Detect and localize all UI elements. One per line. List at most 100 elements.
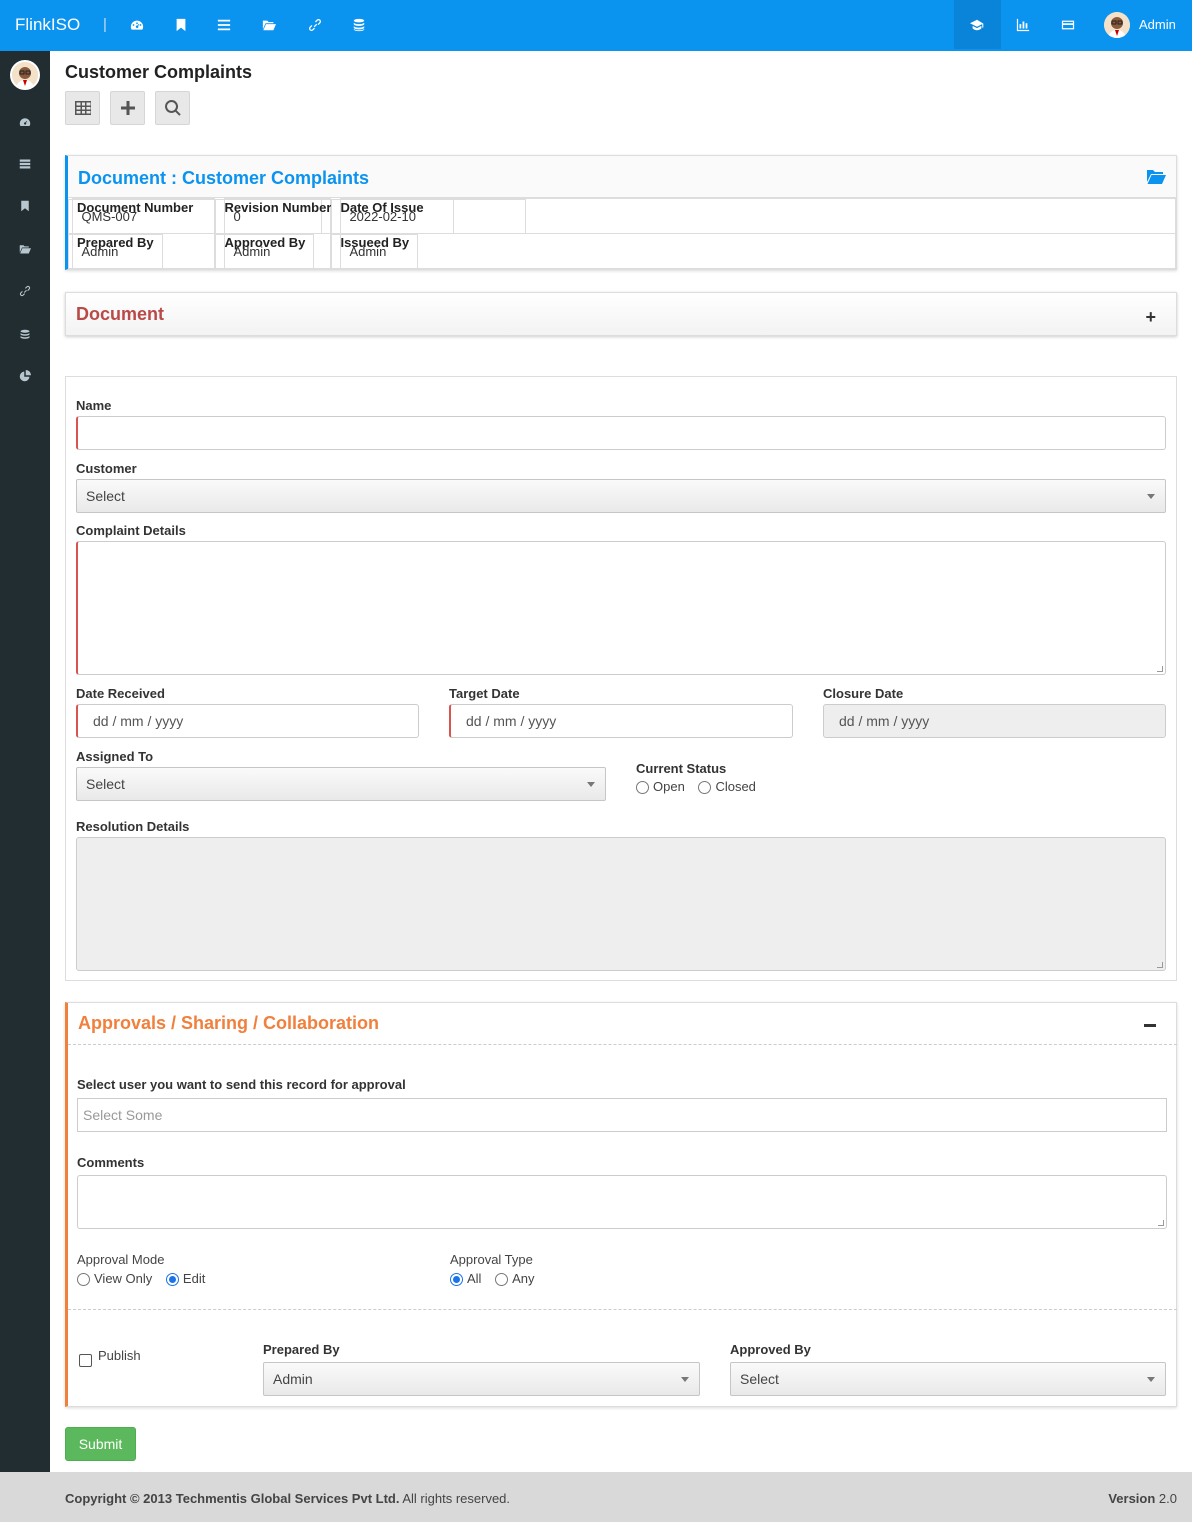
name-input[interactable] — [76, 416, 1166, 450]
list-icon[interactable] — [211, 12, 237, 38]
approval-type-radio-group: All Any — [450, 1271, 544, 1287]
version-value: 2.0 — [1158, 1491, 1177, 1506]
meta-label: Prepared By — [68, 233, 163, 269]
approval-mode-option-label: View Only — [94, 1271, 153, 1286]
dashboard-icon[interactable] — [15, 112, 35, 132]
approval-mode-radio-group: View Only Edit — [77, 1271, 215, 1287]
folder-open-icon[interactable] — [15, 239, 35, 259]
submit-button[interactable]: Submit — [65, 1427, 136, 1461]
approved-by-label: Approved By — [730, 1342, 811, 1357]
customer-label: Customer — [76, 461, 137, 476]
server-icon[interactable] — [15, 154, 35, 174]
meta-label: Date Of Issue — [331, 198, 527, 234]
complaint-form: Name Customer Select Complaint Details D… — [65, 376, 1177, 981]
resize-handle-icon[interactable] — [1157, 962, 1163, 968]
radio-button-selected[interactable] — [165, 1273, 179, 1287]
approved-by-select[interactable]: Select — [730, 1362, 1166, 1396]
footer-version: Version 2.0 — [1108, 1491, 1177, 1506]
table-icon — [74, 101, 91, 115]
meta-label: Issueed By — [331, 233, 419, 269]
customer-select[interactable]: Select — [76, 479, 1166, 513]
expand-plus-icon[interactable]: + — [1145, 307, 1156, 328]
status-option-label: Closed — [715, 779, 756, 794]
divider — [68, 1309, 1177, 1310]
database-icon[interactable] — [346, 12, 372, 38]
search-icon — [164, 100, 181, 116]
company-name[interactable]: Techmentis Global Services Pvt Ltd. — [176, 1491, 400, 1506]
radio-button[interactable] — [77, 1273, 90, 1287]
search-button[interactable] — [155, 91, 190, 125]
top-navbar: FlinkISO | Admin — [0, 0, 1192, 51]
select-user-label: Select user you want to send this record… — [77, 1077, 406, 1092]
resolution-details-textarea[interactable] — [76, 837, 1166, 971]
resize-handle-icon[interactable] — [1158, 1220, 1164, 1226]
target-date-label: Target Date — [449, 686, 520, 701]
radio-button-selected[interactable] — [450, 1273, 463, 1287]
graduation-cap-icon[interactable] — [964, 12, 990, 38]
chevron-down-icon — [1147, 1377, 1155, 1382]
meta-value: Admin — [340, 233, 1176, 269]
approval-type-option-all[interactable]: All — [450, 1271, 481, 1287]
closure-date-input[interactable]: dd / mm / yyyy — [823, 704, 1166, 738]
prepared-by-select[interactable]: Admin — [263, 1362, 700, 1396]
publish-label: Publish — [98, 1348, 141, 1363]
brand-logo[interactable]: FlinkISO — [15, 15, 80, 35]
sidebar — [0, 51, 50, 1472]
resolution-details-label: Resolution Details — [76, 819, 190, 834]
pie-chart-icon[interactable] — [15, 366, 35, 386]
resize-handle-icon[interactable] — [1157, 666, 1163, 672]
bookmark-icon[interactable] — [168, 12, 194, 38]
approvals-title: Approvals / Sharing / Collaboration — [78, 1013, 380, 1033]
link-icon[interactable] — [302, 12, 328, 38]
folder-open-icon[interactable] — [1146, 169, 1166, 185]
version-label: Version — [1108, 1491, 1156, 1506]
folder-open-icon[interactable] — [256, 12, 282, 38]
document-collapse-panel[interactable]: Document + — [65, 292, 1177, 336]
closure-date-label: Closure Date — [823, 686, 904, 701]
user-name[interactable]: Admin — [1139, 17, 1176, 32]
document-meta-table: Document Number QMS-007 Revision Number … — [68, 198, 1176, 269]
approval-mode-option-view-only[interactable]: View Only — [77, 1271, 153, 1287]
assigned-to-select[interactable]: Select — [76, 767, 606, 801]
target-date-input[interactable]: dd / mm / yyyy — [449, 704, 793, 738]
current-status-label: Current Status — [636, 761, 727, 776]
comments-textarea[interactable] — [77, 1175, 1167, 1229]
footer: Copyright © 2013 Techmentis Global Servi… — [0, 1472, 1192, 1522]
collapse-minus-icon[interactable] — [1144, 1024, 1156, 1027]
name-label: Name — [76, 398, 112, 413]
document-collapse-title: Document — [76, 304, 165, 324]
status-option-open[interactable]: Open — [636, 779, 685, 795]
date-received-placeholder: dd / mm / yyyy — [93, 713, 184, 729]
status-option-closed[interactable]: Closed — [698, 779, 756, 795]
approval-mode-option-edit[interactable]: Edit — [165, 1271, 206, 1287]
plus-icon — [120, 101, 135, 115]
dashboard-icon[interactable] — [124, 12, 150, 38]
database-icon[interactable] — [15, 325, 35, 345]
approval-mode-option-label: Edit — [182, 1271, 206, 1286]
table-view-button[interactable] — [65, 91, 100, 125]
date-received-input[interactable]: dd / mm / yyyy — [76, 704, 419, 738]
sidebar-avatar[interactable] — [10, 60, 40, 90]
radio-button[interactable] — [698, 781, 712, 795]
link-icon[interactable] — [15, 281, 35, 301]
prepared-by-label: Prepared By — [263, 1342, 340, 1357]
approval-type-option-any[interactable]: Any — [495, 1271, 534, 1287]
credit-card-icon[interactable] — [1055, 12, 1081, 38]
assigned-to-label: Assigned To — [76, 749, 154, 764]
copyright-prefix: Copyright © 2013 — [65, 1491, 173, 1506]
brand-separator: | — [103, 16, 107, 33]
select-user-placeholder: Select Some — [83, 1107, 163, 1123]
add-record-button[interactable] — [110, 91, 145, 125]
complaint-details-textarea[interactable] — [76, 541, 1166, 675]
radio-button[interactable] — [636, 781, 649, 795]
bar-chart-icon[interactable] — [1010, 12, 1036, 38]
bookmark-icon[interactable] — [15, 196, 35, 216]
select-user-input[interactable]: Select Some — [77, 1098, 1167, 1132]
prepared-by-select-value: Admin — [273, 1371, 313, 1387]
user-avatar[interactable] — [1104, 12, 1130, 38]
radio-button[interactable] — [495, 1273, 509, 1287]
publish-checkbox[interactable] — [79, 1354, 92, 1367]
approval-type-label: Approval Type — [450, 1252, 533, 1267]
target-date-placeholder: dd / mm / yyyy — [466, 713, 557, 729]
current-status-radio-group: Open Closed — [636, 779, 766, 795]
